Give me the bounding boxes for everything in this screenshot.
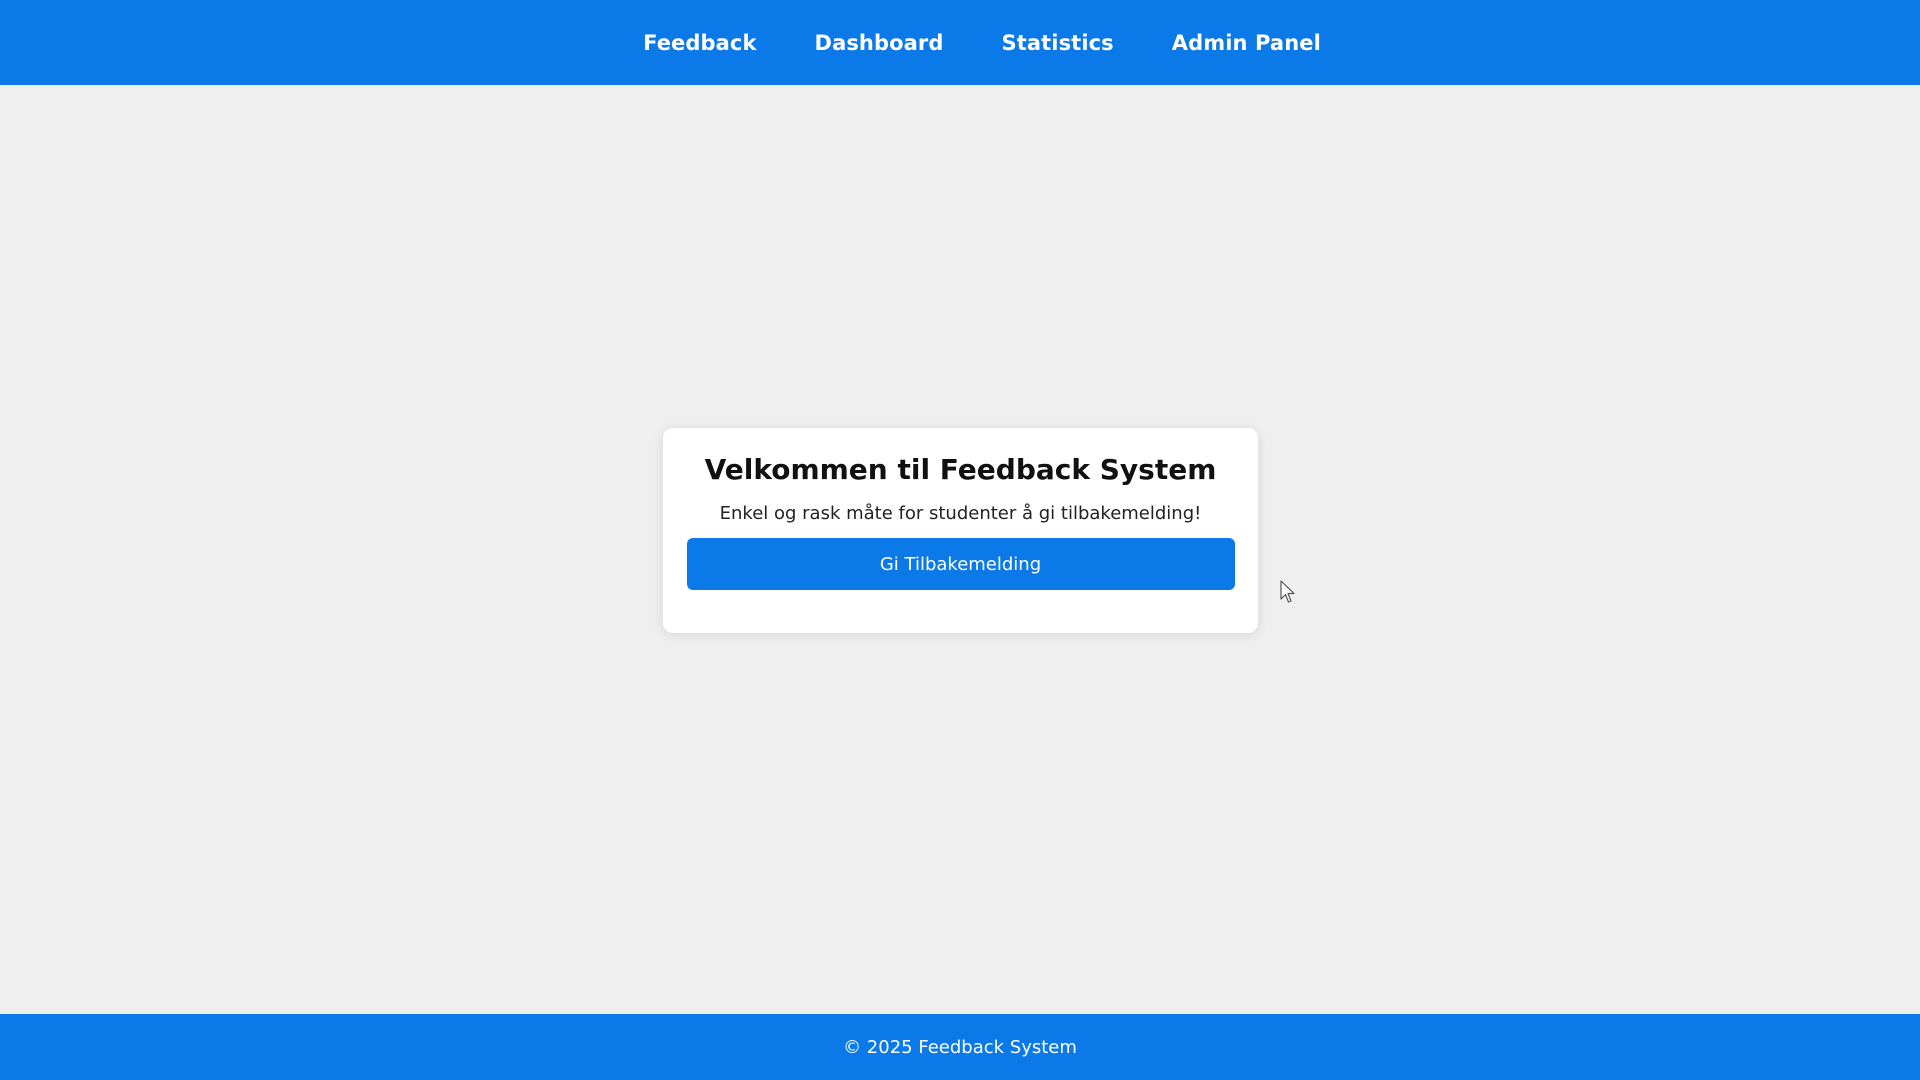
- nav-link-statistics[interactable]: Statistics: [1002, 31, 1114, 55]
- mouse-pointer-icon: [1280, 580, 1295, 603]
- welcome-card: Velkommen til Feedback System Enkel og r…: [663, 428, 1258, 633]
- footer-copyright: © 2025 Feedback System: [843, 1036, 1077, 1058]
- welcome-title: Velkommen til Feedback System: [704, 453, 1217, 486]
- nav-link-dashboard[interactable]: Dashboard: [815, 31, 944, 55]
- page-footer: © 2025 Feedback System: [0, 1014, 1920, 1080]
- welcome-subtitle: Enkel og rask måte for studenter å gi ti…: [719, 503, 1202, 524]
- give-feedback-button[interactable]: Gi Tilbakemelding: [686, 538, 1235, 590]
- nav-link-feedback[interactable]: Feedback: [643, 31, 756, 55]
- main-content: Velkommen til Feedback System Enkel og r…: [0, 85, 1920, 1014]
- top-navigation: Feedback Dashboard Statistics Admin Pane…: [0, 0, 1920, 85]
- nav-link-admin-panel[interactable]: Admin Panel: [1172, 31, 1321, 55]
